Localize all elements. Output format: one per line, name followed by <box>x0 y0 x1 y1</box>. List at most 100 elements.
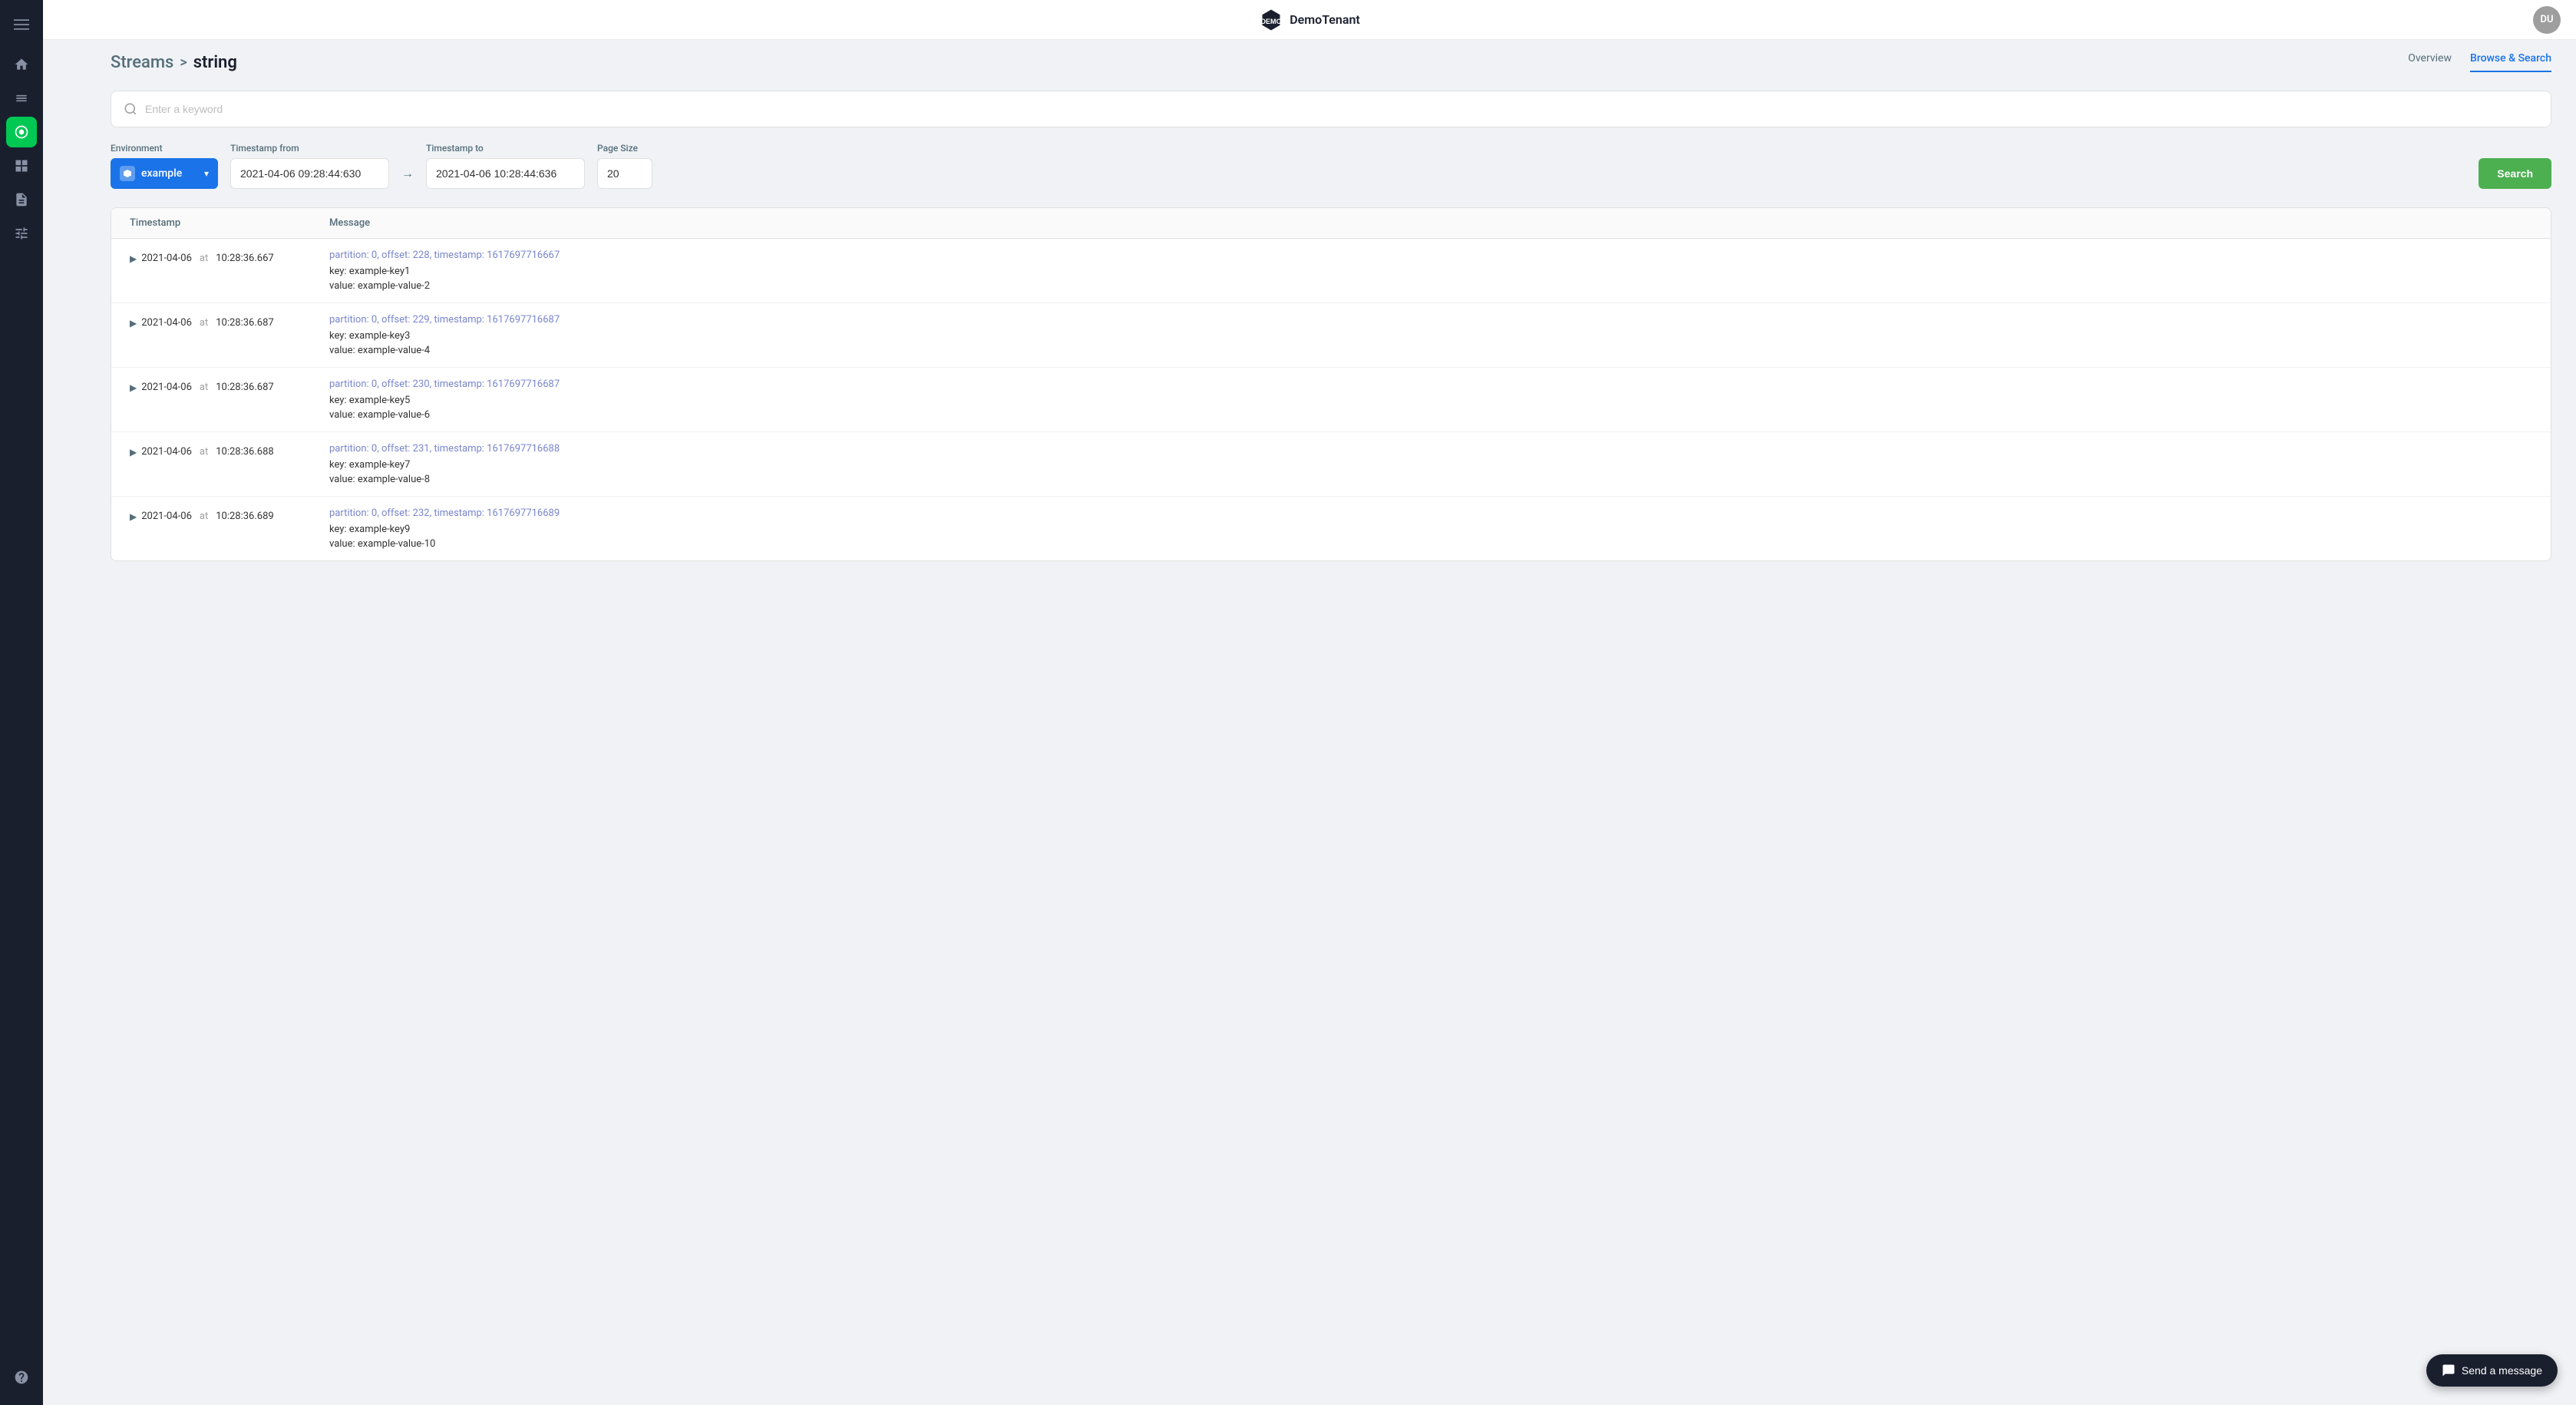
timestamp-time-1: 10:28:36.687 <box>216 317 273 329</box>
msg-value-1: value: example-value-4 <box>329 345 2532 356</box>
msg-value-0: value: example-value-2 <box>329 280 2532 292</box>
row-expand-icon-3[interactable]: ▶ <box>130 447 137 458</box>
message-cell-1: partition: 0, offset: 229, timestamp: 16… <box>311 303 2551 367</box>
timestamp-date-1: 2021-04-06 <box>141 317 192 329</box>
search-button[interactable]: Search <box>2479 158 2551 189</box>
keyword-search-input[interactable] <box>145 103 2538 115</box>
svg-text:DEMO: DEMO <box>1261 18 1282 25</box>
sidebar <box>0 0 43 1405</box>
message-cell-3: partition: 0, offset: 231, timestamp: 16… <box>311 432 2551 496</box>
msg-value-2: value: example-value-6 <box>329 409 2532 421</box>
timestamp-to-label: Timestamp to <box>426 143 585 154</box>
timestamp-at-1: at <box>200 317 208 329</box>
timestamp-at-3: at <box>200 446 208 458</box>
environment-value: example <box>141 167 198 180</box>
timestamp-time-2: 10:28:36.687 <box>216 382 273 393</box>
timestamp-time-3: 10:28:36.688 <box>216 446 273 458</box>
row-expand-icon-2[interactable]: ▶ <box>130 382 137 393</box>
breadcrumb-current: string <box>193 53 237 72</box>
send-message-button[interactable]: Send a message <box>2426 1354 2558 1387</box>
msg-meta-1: partition: 0, offset: 229, timestamp: 16… <box>329 314 2532 326</box>
timestamp-at-2: at <box>200 382 208 393</box>
message-cell-0: partition: 0, offset: 228, timestamp: 16… <box>311 239 2551 302</box>
breadcrumb-separator: > <box>180 55 187 71</box>
msg-value-4: value: example-value-10 <box>329 538 2532 550</box>
timestamp-at-4: at <box>200 511 208 522</box>
row-expand-icon-4[interactable]: ▶ <box>130 511 137 522</box>
menu-icon[interactable] <box>6 9 37 40</box>
environment-caret-icon: ▾ <box>204 168 209 179</box>
table-row: ▶ 2021-04-06 at 10:28:36.688 partition: … <box>111 432 2551 497</box>
table-row: ▶ 2021-04-06 at 10:28:36.687 partition: … <box>111 368 2551 432</box>
send-message-label: Send a message <box>2462 1364 2542 1377</box>
page-tabs: Overview Browse & Search <box>2408 52 2551 72</box>
timestamp-date-0: 2021-04-06 <box>141 253 192 264</box>
help-icon[interactable] <box>6 1362 37 1393</box>
msg-key-0: key: example-key1 <box>329 266 2532 277</box>
timestamp-arrow-icon: → <box>401 158 414 189</box>
timestamp-at-0: at <box>200 253 208 264</box>
filters-row: Environment example ▾ Timestamp from → T… <box>111 143 2551 189</box>
search-icon <box>124 102 137 116</box>
content-area: Environment example ▾ Timestamp from → T… <box>86 72 2576 1405</box>
msg-key-3: key: example-key7 <box>329 459 2532 471</box>
table-row: ▶ 2021-04-06 at 10:28:36.689 partition: … <box>111 497 2551 560</box>
timestamp-date-3: 2021-04-06 <box>141 446 192 458</box>
table-header: Timestamp Message <box>111 208 2551 239</box>
page-size-input[interactable] <box>597 158 652 189</box>
msg-meta-4: partition: 0, offset: 232, timestamp: 16… <box>329 507 2532 519</box>
page-header: Streams > string Overview Browse & Searc… <box>86 40 2576 72</box>
environment-label: Environment <box>111 143 218 154</box>
timestamp-date-2: 2021-04-06 <box>141 382 192 393</box>
msg-key-1: key: example-key3 <box>329 330 2532 342</box>
page-size-label: Page Size <box>597 143 652 154</box>
chat-icon <box>2442 1364 2455 1377</box>
msg-meta-2: partition: 0, offset: 230, timestamp: 16… <box>329 379 2532 390</box>
environment-filter-group: Environment example ▾ <box>111 143 218 189</box>
streams-icon[interactable] <box>6 83 37 114</box>
page-size-group: Page Size <box>597 143 652 189</box>
row-expand-icon-1[interactable]: ▶ <box>130 318 137 329</box>
message-cell-2: partition: 0, offset: 230, timestamp: 16… <box>311 368 2551 431</box>
table-row: ▶ 2021-04-06 at 10:28:36.667 partition: … <box>111 239 2551 303</box>
tab-overview[interactable]: Overview <box>2408 52 2452 72</box>
breadcrumb: Streams > string <box>111 53 237 72</box>
brand-name: DemoTenant <box>1290 12 1360 27</box>
messages-table: Timestamp Message ▶ 2021-04-06 at 10:28:… <box>111 207 2551 561</box>
timestamp-cell-0: ▶ 2021-04-06 at 10:28:36.667 <box>111 239 311 276</box>
msg-meta-3: partition: 0, offset: 231, timestamp: 16… <box>329 443 2532 455</box>
topics-icon[interactable] <box>6 117 37 147</box>
timestamp-from-group: Timestamp from <box>230 143 389 189</box>
settings-icon[interactable] <box>6 218 37 249</box>
timestamp-cell-3: ▶ 2021-04-06 at 10:28:36.688 <box>111 432 311 470</box>
table-row: ▶ 2021-04-06 at 10:28:36.687 partition: … <box>111 303 2551 368</box>
message-cell-4: partition: 0, offset: 232, timestamp: 16… <box>311 497 2551 560</box>
msg-key-2: key: example-key5 <box>329 395 2532 406</box>
main-content: Streams > string Overview Browse & Searc… <box>86 40 2576 1405</box>
tab-browse-search[interactable]: Browse & Search <box>2470 52 2551 72</box>
timestamp-date-4: 2021-04-06 <box>141 511 192 522</box>
column-message: Message <box>329 217 2532 229</box>
row-expand-icon-0[interactable]: ▶ <box>130 253 137 264</box>
environment-icon <box>120 166 135 181</box>
home-icon[interactable] <box>6 49 37 80</box>
keyword-search-bar <box>111 91 2551 127</box>
documents-icon[interactable] <box>6 184 37 215</box>
timestamp-from-input[interactable] <box>230 158 389 189</box>
timestamp-time-0: 10:28:36.667 <box>216 253 273 264</box>
timestamp-time-4: 10:28:36.689 <box>216 511 273 522</box>
timestamp-cell-1: ▶ 2021-04-06 at 10:28:36.687 <box>111 303 311 341</box>
brand-logo-icon: DEMO <box>1259 8 1283 32</box>
breadcrumb-parent[interactable]: Streams <box>111 53 173 72</box>
msg-value-3: value: example-value-8 <box>329 474 2532 485</box>
timestamp-from-label: Timestamp from <box>230 143 389 154</box>
msg-key-4: key: example-key9 <box>329 524 2532 535</box>
environment-select[interactable]: example ▾ <box>111 158 218 189</box>
dashboard-icon[interactable] <box>6 150 37 181</box>
timestamp-cell-4: ▶ 2021-04-06 at 10:28:36.689 <box>111 497 311 534</box>
timestamp-cell-2: ▶ 2021-04-06 at 10:28:36.687 <box>111 368 311 405</box>
timestamp-to-input[interactable] <box>426 158 585 189</box>
topbar: DEMO DemoTenant DU <box>43 0 2576 40</box>
user-avatar[interactable]: DU <box>2533 6 2561 34</box>
column-timestamp: Timestamp <box>130 217 329 229</box>
